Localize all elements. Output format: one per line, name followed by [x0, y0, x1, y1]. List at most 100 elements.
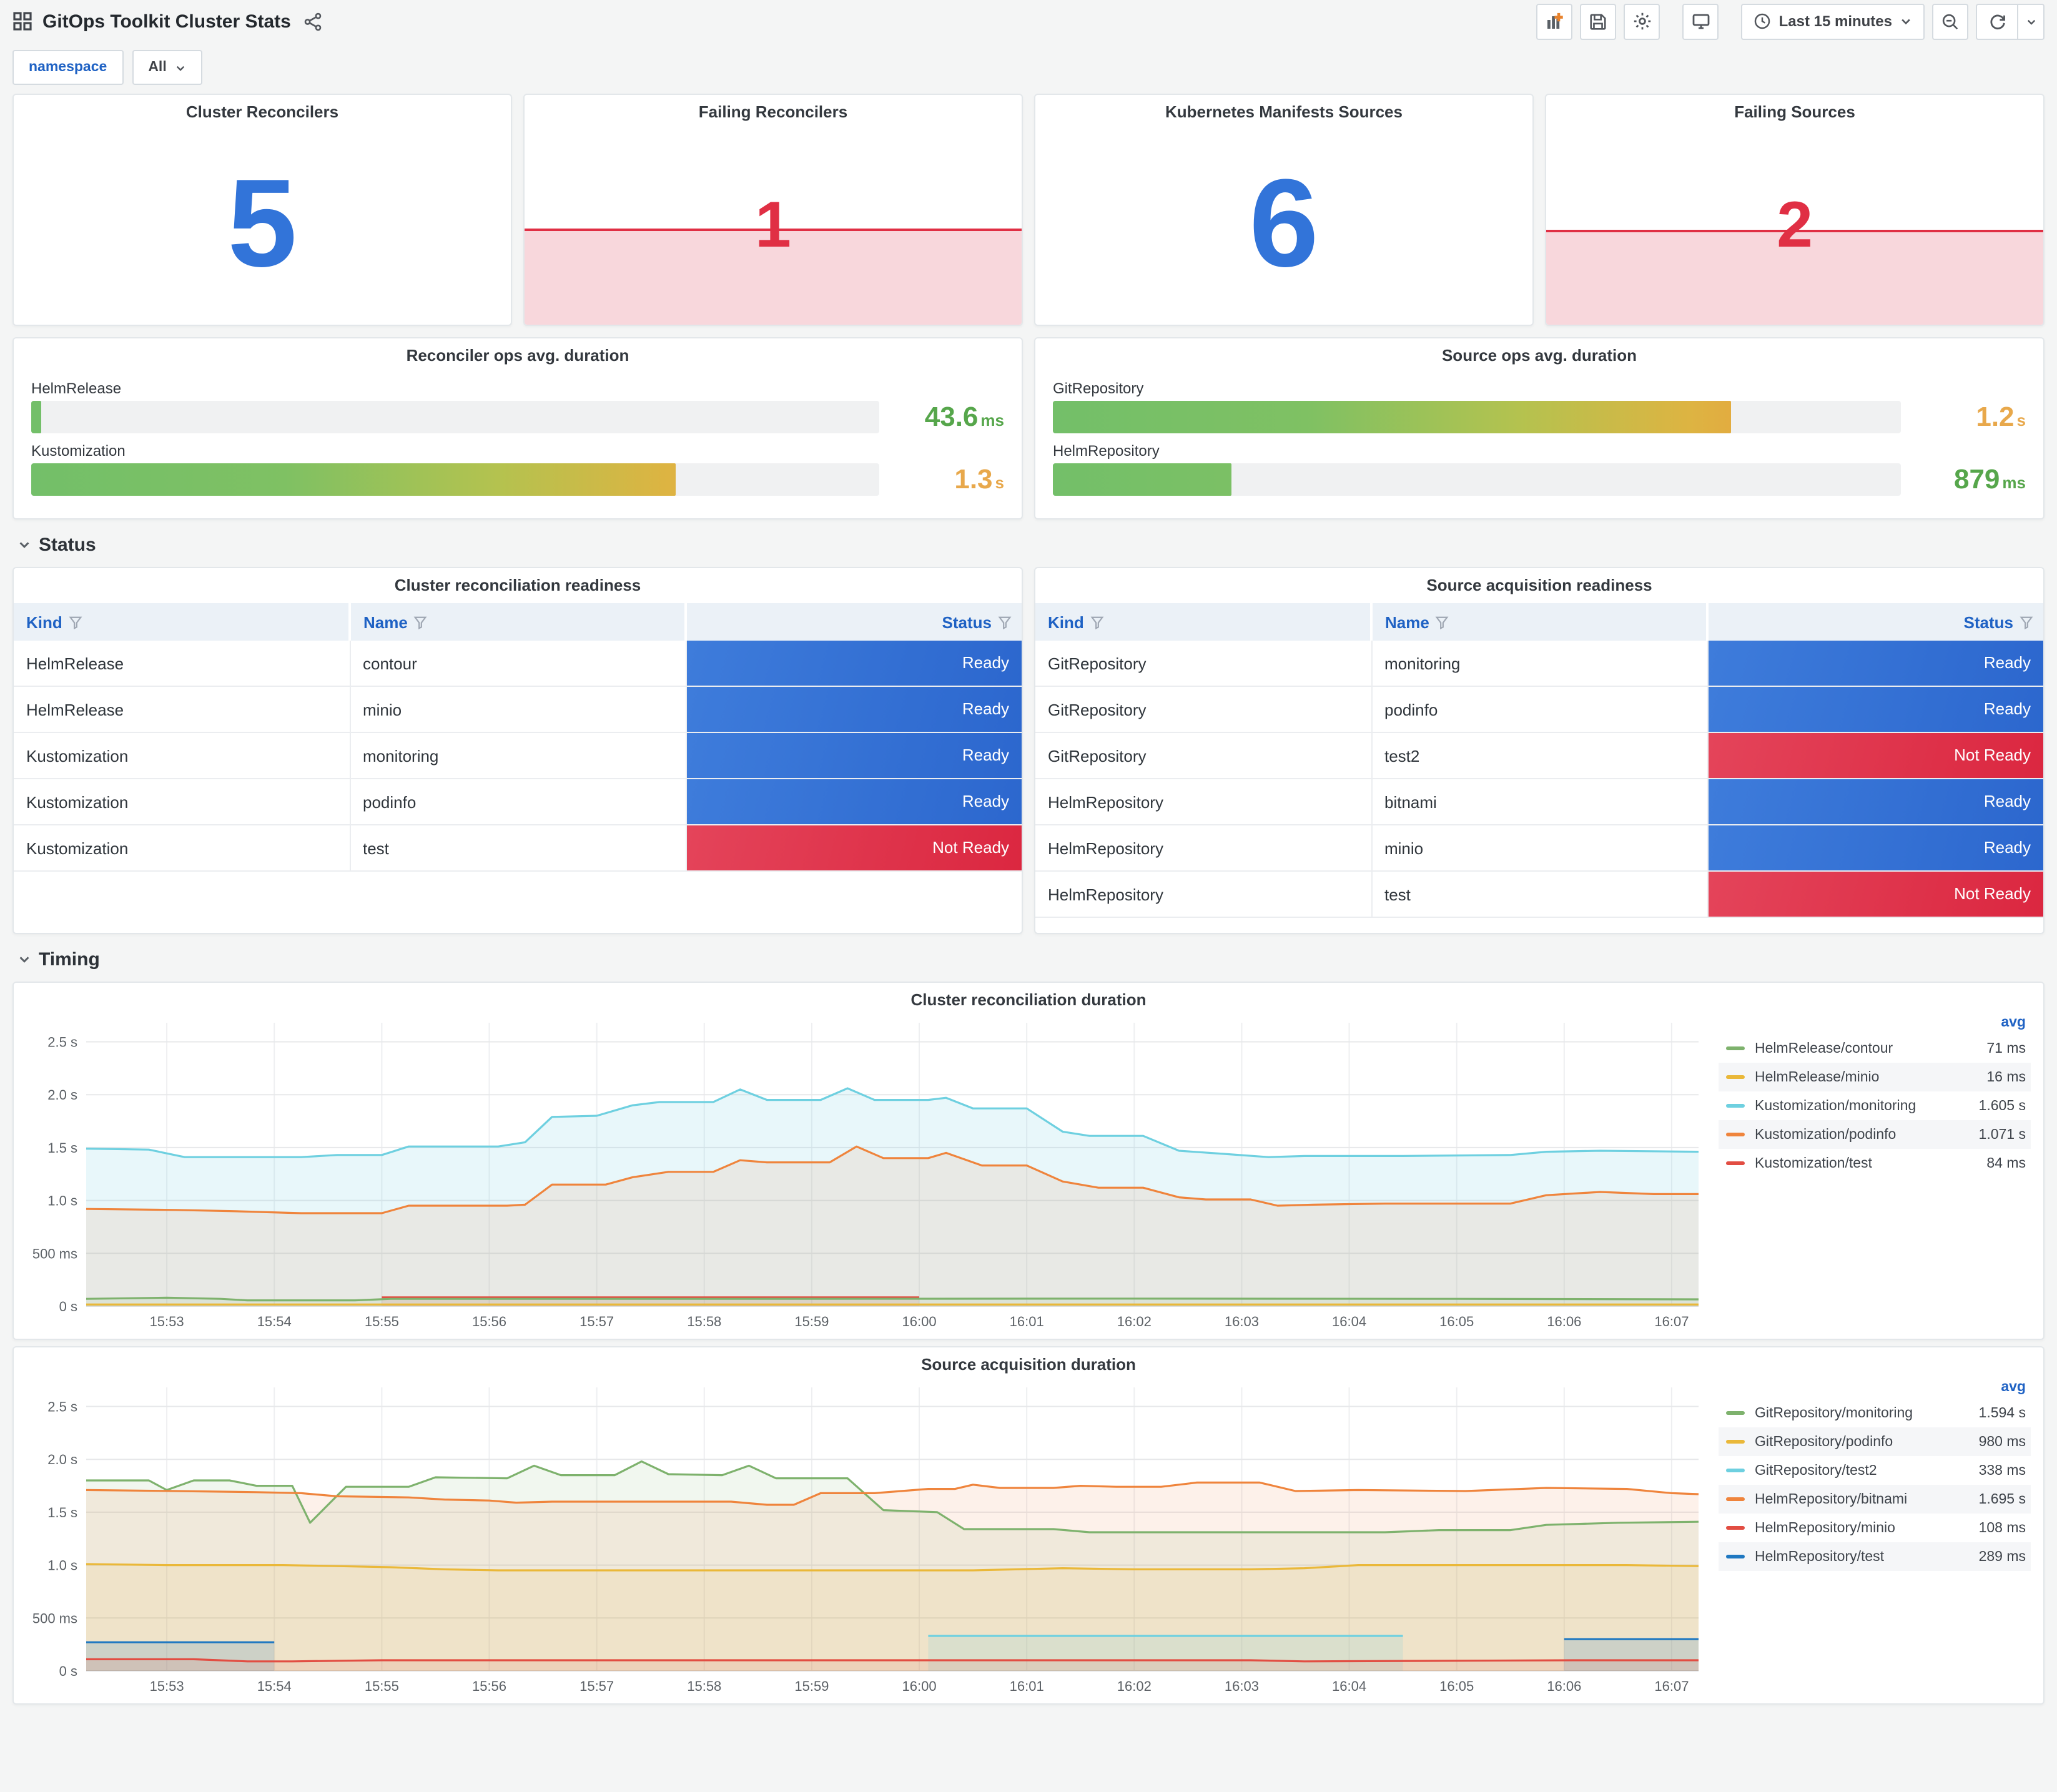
- page-title[interactable]: GitOps Toolkit Cluster Stats: [42, 11, 291, 32]
- legend-series-name[interactable]: HelmRepository/test: [1755, 1549, 1953, 1564]
- gauge-track: [1053, 463, 1901, 496]
- cell-kind: Kustomization: [14, 779, 350, 825]
- legend-series-name[interactable]: HelmRepository/bitnami: [1755, 1492, 1953, 1507]
- table-row: HelmRepository minio Ready: [1035, 825, 2043, 872]
- legend-item[interactable]: GitRepository/test2 338 ms: [1719, 1456, 2031, 1485]
- panel-title[interactable]: Failing Sources: [1546, 102, 2043, 121]
- chart-legend: avg GitRepository/monitoring 1.594 s GitRep…: [1719, 1380, 2031, 1571]
- cell-status: Not Ready: [1707, 732, 2043, 779]
- namespace-filter-value[interactable]: All: [132, 50, 203, 85]
- legend-item[interactable]: GitRepository/monitoring 1.594 s: [1719, 1399, 2031, 1427]
- column-header-kind[interactable]: Kind: [1035, 603, 1373, 641]
- y-axis-tick: 2.0 s: [47, 1452, 77, 1467]
- cell-status: Ready: [1707, 641, 2043, 687]
- namespace-filter-selected: All: [148, 60, 167, 75]
- cell-kind: HelmRepository: [1035, 825, 1372, 872]
- refresh-interval-dropdown[interactable]: [2018, 3, 2045, 39]
- legend-series-name[interactable]: GitRepository/test2: [1755, 1463, 1953, 1478]
- y-axis-tick: 500 ms: [32, 1246, 77, 1261]
- panel-title[interactable]: Failing Reconcilers: [525, 102, 1022, 121]
- y-axis-tick: 2.0 s: [47, 1087, 77, 1103]
- panel-title[interactable]: Cluster Reconcilers: [14, 102, 511, 121]
- dashboard-grid-icon[interactable]: [12, 11, 32, 31]
- column-header-kind[interactable]: Kind: [14, 603, 351, 641]
- panel-title[interactable]: Source acquisition duration: [14, 1355, 2043, 1374]
- legend-item[interactable]: HelmRepository/test 289 ms: [1719, 1542, 2031, 1571]
- cycle-view-mode-button[interactable]: [1682, 3, 1719, 39]
- panel-title[interactable]: Source acquisition readiness: [1035, 576, 2043, 594]
- share-icon[interactable]: [303, 12, 322, 31]
- legend-series-color: [1726, 1526, 1745, 1530]
- cell-status: Ready: [1707, 825, 2043, 872]
- panel-title[interactable]: Cluster reconciliation readiness: [14, 576, 1022, 594]
- panel-title[interactable]: Source ops avg. duration: [1035, 346, 2043, 365]
- legend-item[interactable]: HelmRepository/minio 108 ms: [1719, 1514, 2031, 1542]
- legend-series-avg: 16 ms: [1986, 1070, 2026, 1085]
- zoom-out-button[interactable]: [1932, 3, 1968, 39]
- legend-item[interactable]: Kustomization/podinfo 1.071 s: [1719, 1120, 2031, 1149]
- column-header-name[interactable]: Name: [1371, 603, 1709, 641]
- legend-item[interactable]: Kustomization/test 84 ms: [1719, 1149, 2031, 1178]
- status-badge: Ready: [1708, 779, 2043, 824]
- legend-series-name[interactable]: Kustomization/monitoring: [1755, 1098, 1953, 1113]
- add-panel-button[interactable]: [1536, 3, 1573, 39]
- filter-funnel-icon[interactable]: [414, 615, 428, 629]
- refresh-button[interactable]: [1976, 3, 2018, 39]
- legend-series-name[interactable]: HelmRelease/contour: [1755, 1041, 1953, 1056]
- section-status[interactable]: Status: [0, 519, 2057, 561]
- panel-title[interactable]: Cluster reconciliation duration: [14, 990, 2043, 1009]
- legend-avg-header[interactable]: avg: [1719, 1015, 2031, 1034]
- time-range-label: Last 15 minutes: [1778, 12, 1892, 30]
- legend-series-name[interactable]: GitRepository/monitoring: [1755, 1406, 1953, 1420]
- gauge-panel: Source ops avg. duration GitRepository 1.2…: [1034, 337, 2045, 519]
- column-header-status[interactable]: Status: [1707, 603, 2043, 641]
- legend-series-color: [1726, 1133, 1745, 1136]
- legend-series-color: [1726, 1046, 1745, 1050]
- filter-funnel-icon[interactable]: [1436, 615, 1449, 629]
- legend-avg-header[interactable]: avg: [1719, 1380, 2031, 1399]
- dashboard-toolbar: Last 15 minutes: [1536, 3, 2045, 39]
- filter-funnel-icon[interactable]: [2020, 615, 2033, 629]
- y-axis-tick: 2.5 s: [47, 1399, 77, 1414]
- gauge-value: 1.2 s: [1918, 401, 2026, 433]
- legend-series-color: [1726, 1411, 1745, 1415]
- source-acquisition-duration-plot[interactable]: 15:53 15:54 15:55 15:56 15:57 15:58 15:59 16:00…: [24, 1377, 1709, 1698]
- legend-item[interactable]: HelmRelease/minio 16 ms: [1719, 1063, 2031, 1091]
- legend-item[interactable]: Kustomization/monitoring 1.605 s: [1719, 1091, 2031, 1120]
- legend-item[interactable]: HelmRepository/bitnami 1.695 s: [1719, 1485, 2031, 1514]
- table-row: HelmRepository test Not Ready: [1035, 871, 2043, 918]
- x-axis-tick: 15:59: [794, 1314, 829, 1329]
- namespace-filter-label[interactable]: namespace: [12, 50, 124, 85]
- legend-series-color: [1726, 1497, 1745, 1501]
- filter-funnel-icon[interactable]: [69, 615, 82, 629]
- column-header-label: Kind: [26, 613, 62, 631]
- legend-series-name[interactable]: GitRepository/podinfo: [1755, 1434, 1953, 1449]
- save-dashboard-button[interactable]: [1580, 3, 1617, 39]
- filter-funnel-icon[interactable]: [1090, 615, 1104, 629]
- chevron-down-icon: [1902, 19, 1910, 25]
- section-timing[interactable]: Timing: [0, 934, 2057, 975]
- legend-series-name[interactable]: HelmRepository/minio: [1755, 1520, 1953, 1535]
- legend-item[interactable]: HelmRelease/contour 71 ms: [1719, 1034, 2031, 1063]
- y-axis-tick: 0 s: [59, 1299, 77, 1314]
- x-axis-tick: 16:04: [1332, 1314, 1366, 1329]
- cell-kind: GitRepository: [1035, 686, 1372, 733]
- cell-name: monitoring: [350, 732, 686, 779]
- dashboard-settings-button[interactable]: [1624, 3, 1660, 39]
- column-header-status[interactable]: Status: [686, 603, 1022, 641]
- legend-series-name[interactable]: Kustomization/podinfo: [1755, 1127, 1953, 1142]
- legend-item[interactable]: GitRepository/podinfo 980 ms: [1719, 1427, 2031, 1456]
- time-range-picker[interactable]: Last 15 minutes: [1741, 3, 1925, 39]
- status-badge: Ready: [686, 687, 1022, 732]
- status-badge: Not Ready: [1708, 872, 2043, 917]
- legend-series-name[interactable]: HelmRelease/minio: [1755, 1070, 1953, 1085]
- filter-funnel-icon[interactable]: [998, 615, 1012, 629]
- stat-panel-cluster-reconcilers: Cluster Reconcilers 5: [12, 94, 512, 326]
- panel-title[interactable]: Reconciler ops avg. duration: [14, 346, 1022, 365]
- legend-series-name[interactable]: Kustomization/test: [1755, 1156, 1953, 1171]
- panel-title[interactable]: Kubernetes Manifests Sources: [1035, 102, 1532, 121]
- column-header-name[interactable]: Name: [350, 603, 687, 641]
- table-row: Kustomization podinfo Ready: [14, 779, 1022, 825]
- x-axis-tick: 15:55: [365, 1678, 399, 1694]
- cluster-reconciliation-duration-plot[interactable]: 15:53 15:54 15:55 15:56 15:57 15:58 15:59 16:00…: [24, 1013, 1709, 1334]
